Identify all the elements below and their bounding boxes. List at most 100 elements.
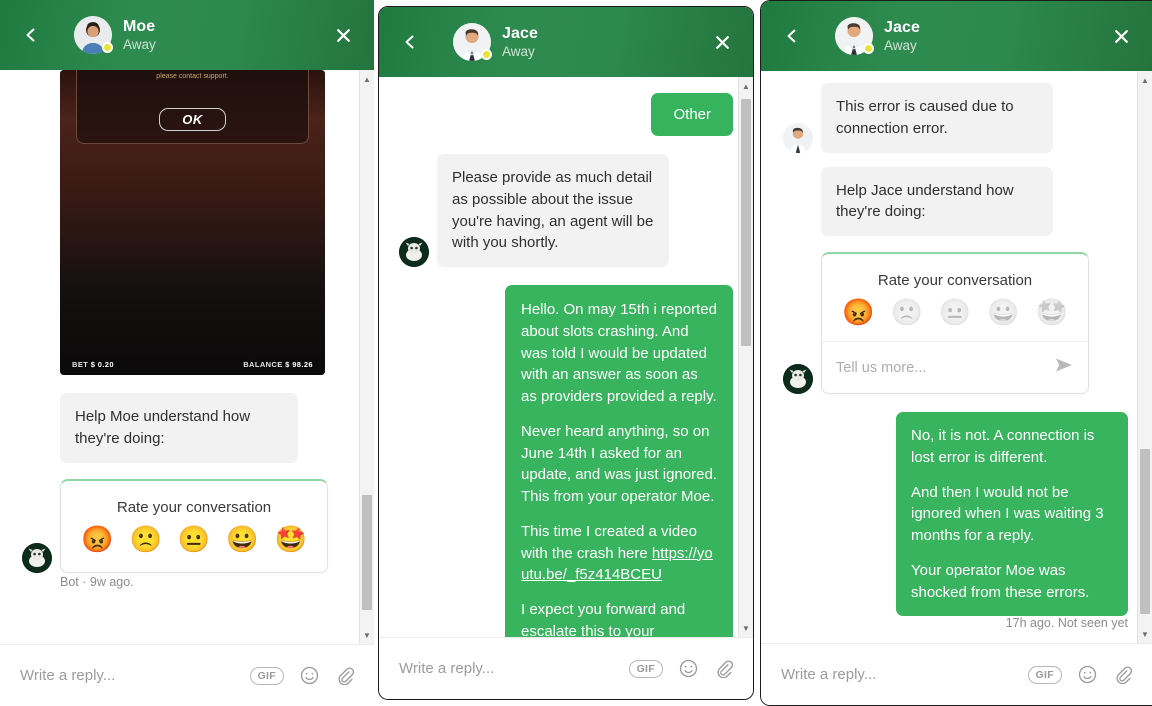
reply-input[interactable]: Write a reply... [399,660,613,677]
smiley-icon[interactable] [300,666,319,685]
reply-input[interactable]: Write a reply... [20,667,234,684]
smiley-icon[interactable] [1078,665,1097,684]
chat-panel-jace-right: Jace Away This error is caused due to co… [760,0,1152,706]
avatar [835,17,874,55]
scrollbar-thumb[interactable] [362,494,372,610]
scrollbar-thumb[interactable] [1140,448,1150,615]
paragraph-3: Your operator Moe was shocked from these… [911,561,1090,601]
rating-emoji-neutral[interactable]: 😐 [178,526,210,552]
reply-composer: Write a reply... GIF [761,643,1152,705]
game-bet-readout: BET $ 0.20 [72,360,114,369]
close-button[interactable] [1108,23,1134,49]
paragraph-1: Hello. On may 15th i reported about slot… [521,301,717,405]
back-button[interactable] [18,22,44,48]
back-button[interactable] [779,23,805,49]
message-bubble: Help Jace understand how they're doing: [821,166,1053,236]
presence-indicator [102,42,113,53]
rating-emoji-angry[interactable]: 😡 [81,526,113,552]
gif-icon[interactable]: GIF [1027,665,1062,684]
header-status: Away [884,37,917,53]
rating-emoji-happy[interactable]: 😀 [226,526,258,552]
send-icon[interactable] [1054,355,1074,380]
message-bubble: This error is caused due to connection e… [821,83,1053,153]
rating-emoji-love[interactable]: 🤩 [1036,299,1068,325]
paperclip-icon[interactable] [335,666,354,685]
rating-emoji-happy[interactable]: 😀 [987,299,1019,325]
chat-header: Moe Away [0,0,374,70]
paperclip-icon[interactable] [714,659,733,678]
game-error-dialog: Don't worry, you haven't lost any money!… [76,70,309,144]
chat-header: Jace Away [761,1,1152,71]
message-list: This error is caused due to connection e… [761,71,1152,643]
rating-emoji-row: 😡 🙁 😐 😀 🤩 [61,522,327,572]
game-dialog-text: Don't worry, you haven't lost any money!… [156,72,229,80]
chat-header: Jace Away [379,7,753,77]
rating-emoji-row: 😡 🙁 😐 😀 🤩 [822,295,1088,341]
agent-avatar [783,122,813,153]
message-bubble-long: Hello. On may 15th i reported about slot… [505,285,733,637]
rating-card: Rate your conversation 😡 🙁 😐 😀 🤩 Tell us… [821,252,1089,394]
close-button[interactable] [330,22,356,48]
scroll-up-arrow[interactable]: ▲ [360,72,374,86]
message-bubble: Please provide as much detail as possibl… [437,154,669,267]
screenshot-stage: Moe Away Don't worry, you haven't lost a… [0,0,1152,706]
bot-avatar [783,364,813,394]
rating-comment-row: Tell us more... [822,341,1088,393]
paragraph-4: I expect you forward and escalate this t… [521,601,686,637]
message-list-scrollbar[interactable]: ▲ ▼ [359,70,374,644]
message-bubble: Help Moe understand how they're doing: [60,393,298,463]
scroll-down-arrow[interactable]: ▼ [739,621,753,635]
gif-icon[interactable]: GIF [249,666,284,685]
paragraph-2: And then I would not be ignored when I w… [911,483,1104,545]
scrollbar-thumb[interactable] [741,99,751,346]
reply-input[interactable]: Write a reply... [781,666,1012,683]
header-user: Jace Away [453,23,538,61]
message-meta: 17h ago. Not seen yet [1005,616,1128,631]
bot-avatar [399,237,429,267]
quick-reply-chip[interactable]: Other [651,93,733,136]
paragraph-2: Never heard anything, so on June 14th I … [521,422,717,505]
close-button[interactable] [709,29,735,55]
game-balance-readout: BALANCE $ 98.26 [243,360,313,369]
header-name: Moe [123,17,156,35]
scroll-down-arrow[interactable]: ▼ [360,628,374,642]
chat-panel-moe: Moe Away Don't worry, you haven't lost a… [0,0,374,706]
header-name: Jace [502,24,538,42]
scroll-up-arrow[interactable]: ▲ [739,79,753,93]
paperclip-icon[interactable] [1113,665,1132,684]
message-list-scrollbar[interactable]: ▲ ▼ [738,77,753,637]
message-bubble-reply: No, it is not. A connection is lost erro… [896,412,1128,617]
presence-indicator [481,49,492,60]
rating-emoji-sad[interactable]: 🙁 [129,526,161,552]
message-list: Don't worry, you haven't lost any money!… [0,70,374,644]
header-name: Jace [884,18,920,36]
presence-indicator [863,43,874,54]
rating-title: Rate your conversation [877,272,1033,289]
rating-title: Rate your conversation [116,498,272,516]
reply-composer: Write a reply... GIF [379,637,753,699]
rating-emoji-love[interactable]: 🤩 [275,526,307,552]
message-list-scrollbar[interactable]: ▲ ▼ [1137,71,1152,643]
rating-card: Rate your conversation 😡 🙁 😐 😀 🤩 [60,478,328,573]
paragraph-1: No, it is not. A connection is lost erro… [911,427,1095,466]
header-status: Away [123,36,156,52]
message-list: Other Please provide as much detail as p… [379,77,753,637]
back-button[interactable] [397,29,423,55]
smiley-icon[interactable] [679,659,698,678]
reply-composer: Write a reply... GIF [0,644,374,706]
header-user: Jace Away [835,17,920,55]
gif-icon[interactable]: GIF [628,659,663,678]
header-user: Moe Away [74,16,156,54]
game-ok-button: OK [159,108,226,131]
header-status: Away [502,43,535,59]
paragraph-3: This time I created a video with the cra… [521,522,713,584]
avatar [74,16,113,54]
rating-emoji-angry[interactable]: 😡 [842,299,874,325]
scroll-down-arrow[interactable]: ▼ [1138,627,1152,641]
message-meta: Bot · 9w ago. [60,574,134,589]
scroll-up-arrow[interactable]: ▲ [1138,73,1152,87]
rating-emoji-sad[interactable]: 🙁 [890,299,922,325]
rating-emoji-neutral[interactable]: 😐 [939,299,971,325]
rating-comment-input[interactable]: Tell us more... [836,360,1046,376]
attachment-image-game-screenshot[interactable]: Don't worry, you haven't lost any money!… [60,70,325,375]
